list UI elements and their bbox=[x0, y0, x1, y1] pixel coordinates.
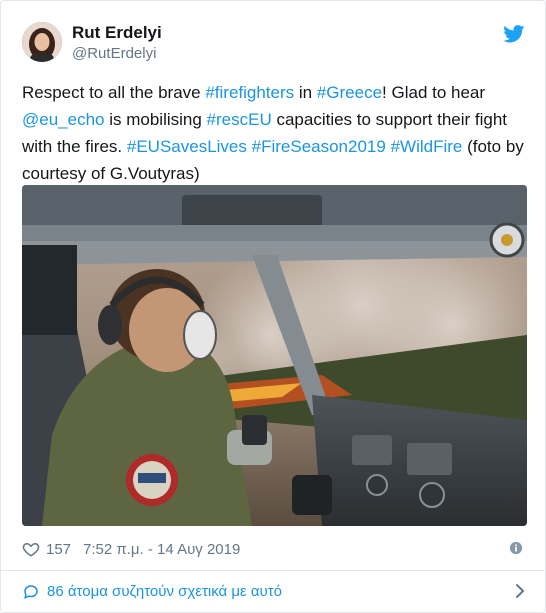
tweet-timestamp[interactable]: 7:52 π.μ. - 14 Αυγ 2019 bbox=[83, 541, 240, 558]
like-count[interactable]: 157 bbox=[46, 541, 71, 558]
tweet-card: Rut Erdelyi @RutErdelyi Respect to all t… bbox=[0, 0, 546, 613]
tweet-text-segment: ! Glad to hear bbox=[382, 83, 486, 102]
author-name[interactable]: Rut Erdelyi bbox=[72, 23, 162, 43]
tweet-text-segment: is mobilising bbox=[104, 110, 207, 129]
speech-bubble-icon bbox=[24, 584, 38, 599]
tweet-meta: 157 7:52 π.μ. - 14 Αυγ 2019 bbox=[22, 538, 527, 560]
author-handle[interactable]: @RutErdelyi bbox=[72, 45, 156, 62]
tweet-photo[interactable] bbox=[22, 185, 527, 526]
hashtag-link[interactable]: #firefighters bbox=[205, 83, 294, 102]
avatar-image bbox=[22, 22, 62, 62]
heart-icon[interactable] bbox=[22, 540, 40, 558]
hashtag-link[interactable]: #rescEU bbox=[207, 110, 272, 129]
avatar[interactable] bbox=[22, 22, 62, 62]
conversation-count-label: 86 άτομα συζητούν σχετικά με αυτό bbox=[47, 583, 283, 600]
tweet-text-segment: Respect to all the brave bbox=[22, 83, 206, 102]
chevron-right-icon bbox=[516, 584, 525, 598]
info-icon[interactable] bbox=[509, 541, 523, 555]
hashtag-link[interactable]: #FireSeason2019 bbox=[252, 137, 386, 156]
hashtag-link[interactable]: #Greece bbox=[317, 83, 382, 102]
conversation-link[interactable]: 86 άτομα συζητούν σχετικά με αυτό bbox=[1, 571, 545, 612]
twitter-bird-icon[interactable] bbox=[503, 25, 525, 43]
tweet-text: Respect to all the brave #firefighters i… bbox=[22, 79, 528, 187]
hashtag-link[interactable]: #EUSavesLives bbox=[127, 137, 247, 156]
hashtag-link[interactable]: #WildFire bbox=[391, 137, 463, 156]
tweet-text-segment: in bbox=[294, 83, 317, 102]
cockpit-fire-photo bbox=[22, 185, 527, 526]
mention-link[interactable]: @eu_echo bbox=[22, 110, 105, 129]
